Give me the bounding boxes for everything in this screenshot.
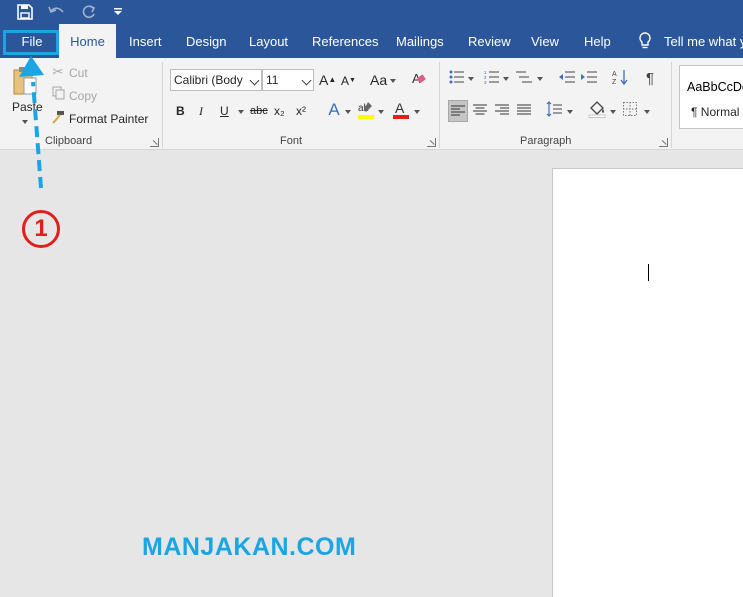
watermark: MANJAKAN.COM: [142, 533, 357, 561]
annotation-arrow-icon: [19, 56, 44, 189]
step-badge: 1: [22, 210, 60, 248]
